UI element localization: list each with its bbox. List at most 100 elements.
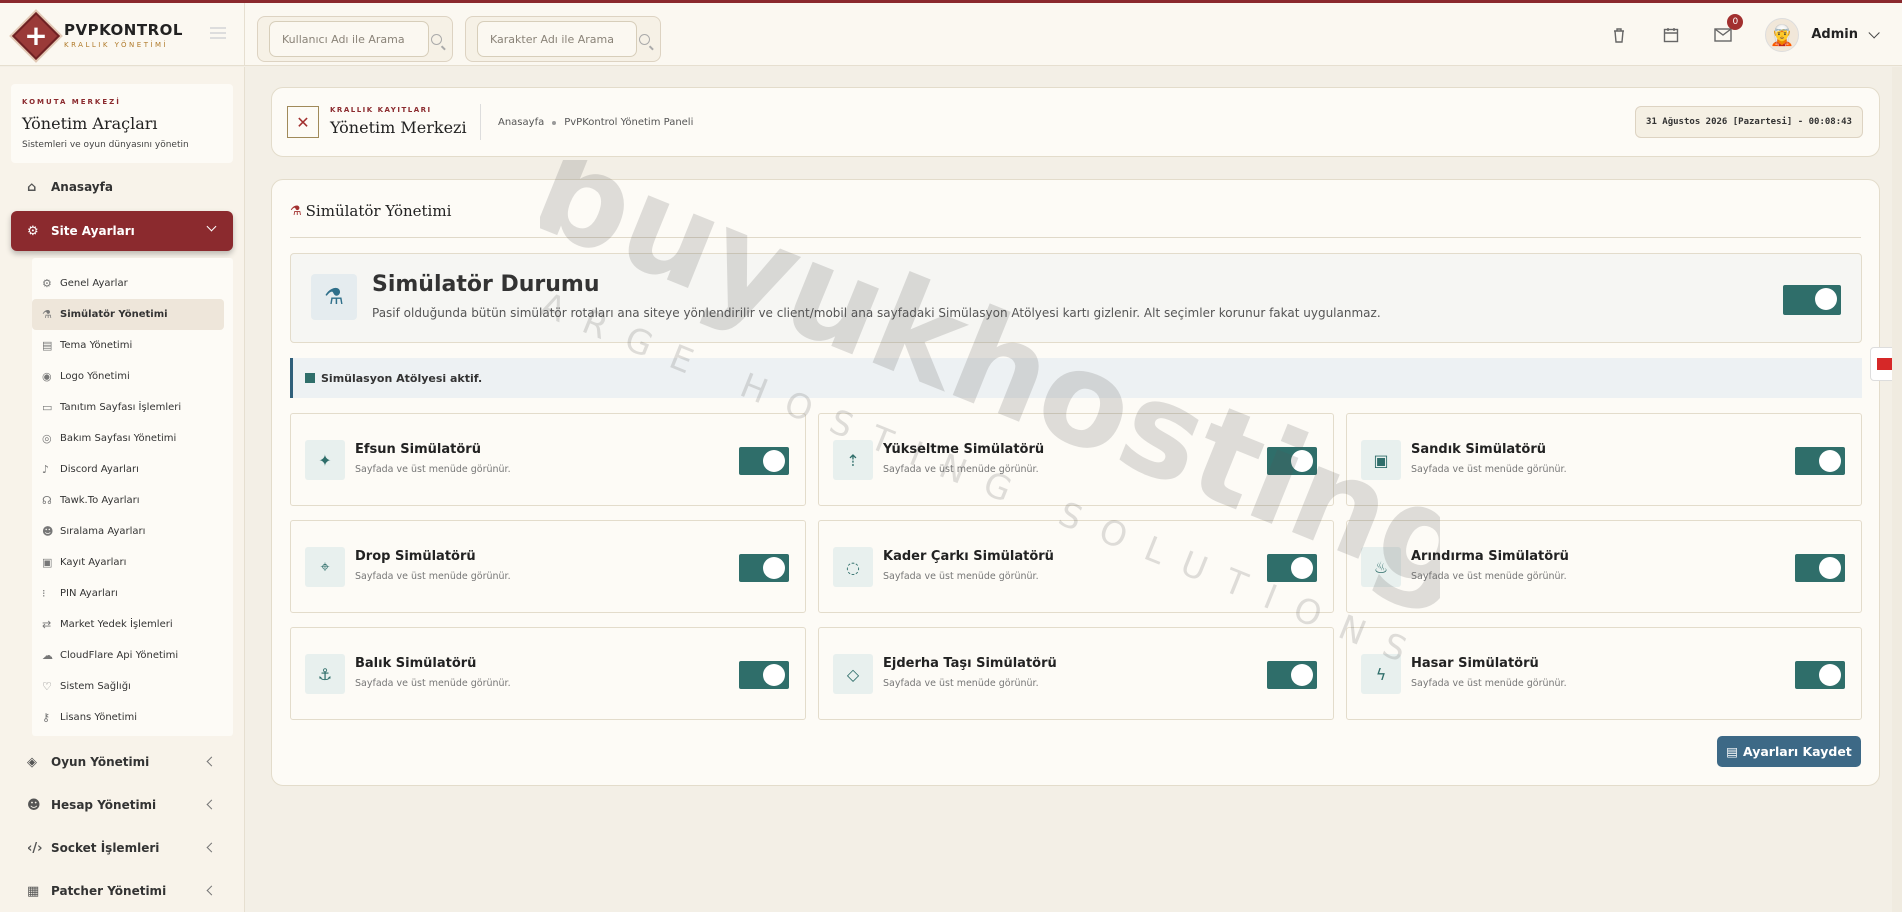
- sidebar-item-site-settings[interactable]: ⚙ Site Ayarları: [11, 211, 233, 251]
- submenu-item-ranking[interactable]: ☻ Sıralama Ayarları: [32, 516, 224, 547]
- submenu-item-cloudflare[interactable]: ☁ CloudFlare Api Yönetimi: [32, 640, 224, 671]
- simulator-toggle[interactable]: [1795, 447, 1845, 475]
- monitor-icon: ▭: [42, 401, 53, 414]
- character-search-box: [465, 16, 661, 62]
- simulator-card-purify: ♨ Arındırma Simülatörü Sayfada ve üst me…: [1346, 520, 1862, 613]
- submenu-item-theme[interactable]: ▤ Tema Yönetimi: [32, 330, 224, 361]
- simulator-toggle[interactable]: [1795, 554, 1845, 582]
- site-settings-submenu: ⚙ Genel Ayarlar ⚗ Simülatör Yönetimi ▤ Tema…: [32, 258, 233, 736]
- submenu-item-general[interactable]: ⚙ Genel Ayarlar: [32, 268, 224, 299]
- sidebar-item-game-management[interactable]: ◈ Oyun Yönetimi: [11, 742, 233, 782]
- arrows-icon: ⇄: [42, 618, 52, 631]
- chevron-left-icon: [206, 799, 217, 810]
- simulator-toggle[interactable]: [1267, 661, 1317, 689]
- sidebar-title: Yönetim Araçları: [22, 114, 158, 133]
- sidebar: KOMUTA MERKEZİ Yönetim Araçları Sistemle…: [0, 67, 245, 912]
- code-icon: ‹/›: [27, 840, 43, 856]
- chevron-left-icon: [206, 756, 217, 767]
- eye-slash-icon: ◎: [42, 432, 52, 445]
- gear-icon: ⚙: [27, 223, 39, 239]
- notifications-icon[interactable]: 0: [1697, 3, 1749, 66]
- simulator-toggle[interactable]: [1795, 661, 1845, 689]
- search-icon[interactable]: [639, 34, 650, 45]
- submenu-item-simulator[interactable]: ⚗ Simülatör Yönetimi: [32, 299, 224, 330]
- simulator-status-toggle[interactable]: [1783, 285, 1841, 315]
- save-icon: ▤: [1726, 744, 1738, 759]
- sidebar-item-home[interactable]: ⌂ Anasayfa: [11, 167, 233, 207]
- breadcrumb-kicker: KRALLIK KAYITLARI: [330, 106, 432, 114]
- user-search-box: [257, 16, 453, 62]
- simulator-card-efsun: ✦ Efsun Simülatörü Sayfada ve üst menüde…: [290, 413, 806, 506]
- sidebar-item-patcher[interactable]: ▦ Patcher Yönetimi: [11, 871, 233, 911]
- user-search-input[interactable]: [269, 21, 429, 57]
- section-title: ⚗ Simülatör Yönetimi: [290, 202, 452, 220]
- breadcrumb-card: ✕ KRALLIK KAYITLARI Yönetim Merkezi Anas…: [271, 87, 1880, 157]
- simulator-toggle[interactable]: [739, 447, 789, 475]
- user-name[interactable]: Admin: [1811, 27, 1858, 42]
- search-icon[interactable]: [431, 34, 442, 45]
- simulator-toggle[interactable]: [739, 554, 789, 582]
- chevron-left-icon: [206, 842, 217, 853]
- simulator-card-fortune-wheel: ◌ Kader Çarkı Simülatörü Sayfada ve üst …: [818, 520, 1334, 613]
- submenu-item-license[interactable]: ⚷ Lisans Yönetimi: [32, 702, 224, 733]
- submenu-item-logo[interactable]: ◉ Logo Yönetimi: [32, 361, 224, 392]
- hamburger-menu-icon[interactable]: [210, 27, 226, 39]
- calendar-icon[interactable]: [1645, 3, 1697, 66]
- status-title: Simülatör Durumu: [372, 272, 600, 297]
- page-title: Yönetim Merkezi: [330, 118, 467, 137]
- sidebar-item-label: Oyun Yönetimi: [51, 755, 150, 769]
- simulator-card-dragon-stone: ◇ Ejderha Taşı Simülatörü Sayfada ve üst…: [818, 627, 1334, 720]
- save-settings-button[interactable]: ▤ Ayarları Kaydet: [1717, 736, 1861, 767]
- chevron-down-icon[interactable]: [1868, 26, 1880, 39]
- dots-icon: ⁝: [42, 587, 46, 600]
- flask-icon: ⚗: [42, 308, 52, 321]
- sidebar-item-label: Anasayfa: [51, 180, 113, 194]
- submenu-item-pin[interactable]: ⁝ PIN Ayarları: [32, 578, 224, 609]
- submenu-item-registration[interactable]: ▣ Kayıt Ayarları: [32, 547, 224, 578]
- submenu-item-discord[interactable]: ♪ Discord Ayarları: [32, 454, 224, 485]
- brand[interactable]: + PVPKONTROL KRALLIK YÖNETİMİ: [0, 3, 245, 66]
- submenu-item-system-health[interactable]: ♡ Sistem Sağlığı: [32, 671, 224, 702]
- brand-title: PVPKONTROL: [64, 20, 183, 39]
- gears-icon: ⚙: [42, 277, 52, 290]
- file-icon: ▤: [42, 339, 53, 352]
- sidebar-kicker: KOMUTA MERKEZİ: [22, 98, 121, 106]
- status-description: Pasif olduğunda bütün simülatör rotaları…: [372, 306, 1381, 320]
- header-actions: 0 🧝 Admin: [1593, 3, 1902, 66]
- notification-badge: 0: [1727, 14, 1744, 30]
- breadcrumb-home[interactable]: Anasayfa: [498, 117, 544, 128]
- wheel-icon: ◌: [833, 547, 873, 587]
- sidebar-item-socket[interactable]: ‹/› Socket İşlemleri: [11, 828, 233, 868]
- submenu-item-intro-page[interactable]: ▭ Tanıtım Sayfası İşlemleri: [32, 392, 224, 423]
- magic-wand-icon: ✦: [305, 440, 345, 480]
- page-scrollbar[interactable]: [1892, 67, 1902, 912]
- simulator-toggle[interactable]: [1267, 554, 1317, 582]
- simulator-toggle[interactable]: [1267, 447, 1317, 475]
- check-square-icon: [305, 373, 315, 383]
- anchor-icon: ⚓: [305, 654, 345, 694]
- flame-icon: ♨: [1361, 547, 1401, 587]
- gem-icon: ◇: [833, 654, 873, 694]
- heartbeat-icon: ♡: [42, 680, 52, 693]
- submenu-item-tawkto[interactable]: ☊ Tawk.To Ayarları: [32, 485, 224, 516]
- simulator-card-drop: ⌖ Drop Simülatörü Sayfada ve üst menüde …: [290, 520, 806, 613]
- avatar[interactable]: 🧝: [1765, 17, 1800, 52]
- sidebar-item-account-management[interactable]: ☻ Hesap Yönetimi: [11, 785, 233, 825]
- simulator-card-upgrade: ⇡ Yükseltme Simülatörü Sayfada ve üst me…: [818, 413, 1334, 506]
- eye-icon: ◉: [42, 370, 52, 383]
- simulator-management-card: ⚗ Simülatör Yönetimi ⚗ Simülatör Durumu …: [271, 179, 1880, 786]
- flask-icon: ⚗: [290, 203, 302, 219]
- submenu-item-market-backup[interactable]: ⇄ Market Yedek İşlemleri: [32, 609, 224, 640]
- character-search-input[interactable]: [477, 21, 637, 57]
- simulator-toggle[interactable]: [739, 661, 789, 689]
- key-icon: ⚷: [42, 711, 51, 724]
- trash-icon[interactable]: [1593, 3, 1645, 66]
- submenu-item-maintenance[interactable]: ◎ Bakım Sayfası Yönetimi: [32, 423, 224, 454]
- simulator-card-damage: ϟ Hasar Simülatörü Sayfada ve üst menüde…: [1346, 627, 1862, 720]
- id-card-icon: ▣: [42, 556, 53, 569]
- simulator-card-fish: ⚓ Balık Simülatörü Sayfada ve üst menüde…: [290, 627, 806, 720]
- brand-logo: +: [10, 10, 61, 60]
- brand-subtitle: KRALLIK YÖNETİMİ: [64, 40, 169, 49]
- close-icon[interactable]: ✕: [287, 106, 319, 138]
- flask-icon: ⚗: [311, 274, 357, 320]
